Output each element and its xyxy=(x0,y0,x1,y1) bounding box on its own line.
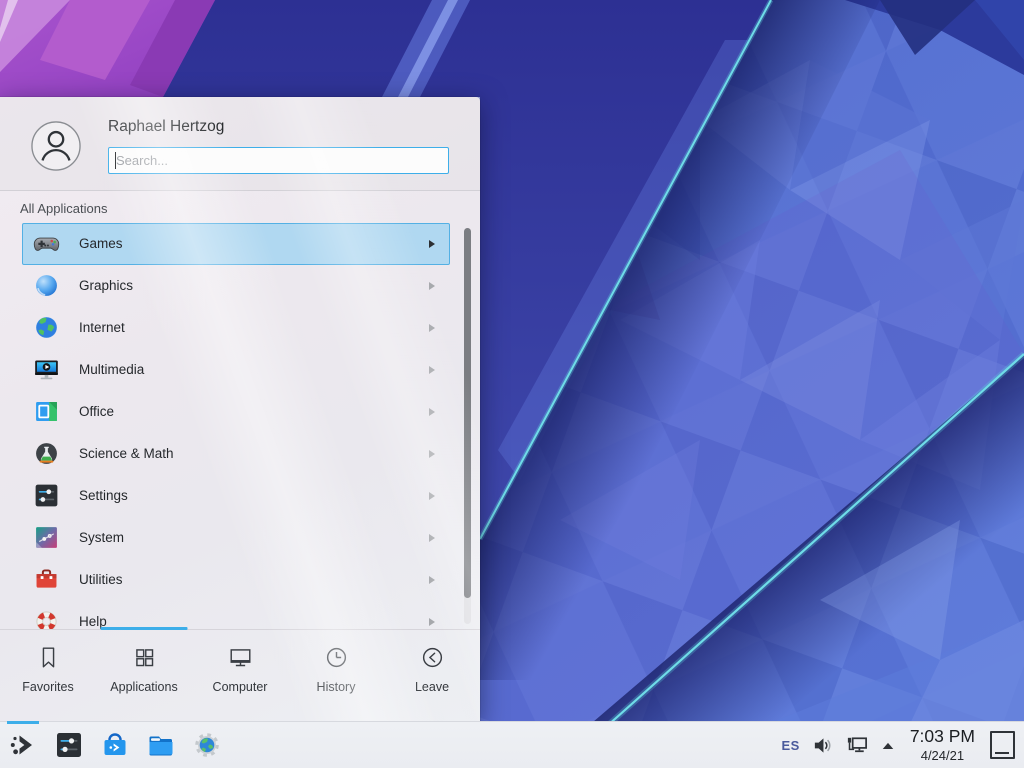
category-label: Office xyxy=(79,404,114,419)
section-label: All Applications xyxy=(0,191,480,223)
clock-time: 7:03 PM xyxy=(910,728,975,746)
launcher-tab[interactable]: Favorites xyxy=(0,630,96,721)
taskbar-app-icon xyxy=(53,729,85,761)
scrollbar-handle[interactable] xyxy=(464,228,471,598)
search-input[interactable] xyxy=(108,147,449,174)
keyboard-layout-indicator[interactable]: ES xyxy=(781,738,799,753)
category-icon xyxy=(32,565,61,594)
category-label: Science & Math xyxy=(79,446,174,461)
category-row[interactable]: Multimedia xyxy=(22,349,450,391)
taskbar-app-button[interactable] xyxy=(7,729,39,761)
submenu-arrow-icon xyxy=(429,282,435,290)
application-launcher-popup: Raphael Hertzog All Applications Games G… xyxy=(0,97,480,721)
category-icon xyxy=(32,607,61,629)
text-cursor xyxy=(115,152,116,169)
tab-icon xyxy=(35,644,62,671)
clock-date: 4/24/21 xyxy=(910,749,975,762)
taskbar-app-icon xyxy=(99,729,131,761)
category-row[interactable]: Help xyxy=(22,601,450,630)
submenu-arrow-icon xyxy=(429,324,435,332)
submenu-arrow-icon xyxy=(429,240,435,248)
category-label: Multimedia xyxy=(79,362,144,377)
taskbar-app-button[interactable] xyxy=(99,729,131,761)
category-row[interactable]: Graphics xyxy=(22,265,450,307)
user-name: Raphael Hertzog xyxy=(108,118,224,136)
launcher-header: Raphael Hertzog xyxy=(0,97,480,191)
tab-icon xyxy=(227,644,254,671)
volume-icon[interactable] xyxy=(812,735,833,756)
launcher-tabbar: Favorites Applications Computer History … xyxy=(0,629,480,721)
clock-widget[interactable]: 7:03 PM 4/24/21 xyxy=(910,728,975,762)
category-row[interactable]: Utilities xyxy=(22,559,450,601)
launcher-tab[interactable]: Computer xyxy=(192,630,288,721)
network-icon[interactable] xyxy=(845,735,869,756)
task-manager xyxy=(7,729,223,761)
category-label: Utilities xyxy=(79,572,123,587)
submenu-arrow-icon xyxy=(429,618,435,626)
category-icon xyxy=(32,523,61,552)
tab-icon xyxy=(131,644,158,671)
tab-label: Computer xyxy=(213,680,268,694)
search-field-wrap xyxy=(108,147,449,174)
taskbar-app-icon xyxy=(191,729,223,761)
category-icon xyxy=(32,271,61,300)
tab-icon xyxy=(323,644,350,671)
taskbar-app-button[interactable] xyxy=(53,729,85,761)
submenu-arrow-icon xyxy=(429,450,435,458)
submenu-arrow-icon xyxy=(429,366,435,374)
category-label: Graphics xyxy=(79,278,133,293)
category-icon xyxy=(32,313,61,342)
tab-label: Leave xyxy=(415,680,449,694)
system-tray: ES 7:03 PM 4/24/21 xyxy=(781,728,1024,762)
category-label: Games xyxy=(79,236,123,251)
taskbar-app-icon xyxy=(145,729,177,761)
tab-label: Favorites xyxy=(22,680,73,694)
taskbar-app-button[interactable] xyxy=(145,729,177,761)
tab-label: Applications xyxy=(110,680,177,694)
category-icon xyxy=(32,397,61,426)
show-desktop-button[interactable] xyxy=(990,731,1015,759)
category-row[interactable]: Internet xyxy=(22,307,450,349)
submenu-arrow-icon xyxy=(429,492,435,500)
taskbar-app-button[interactable] xyxy=(191,729,223,761)
launcher-tab[interactable]: Leave xyxy=(384,630,480,721)
taskbar-panel: ES 7:03 PM 4/24/21 xyxy=(0,721,1024,768)
category-label: System xyxy=(79,530,124,545)
expand-tray-caret-icon[interactable] xyxy=(881,741,895,750)
category-icon xyxy=(32,355,61,384)
submenu-arrow-icon xyxy=(429,408,435,416)
submenu-arrow-icon xyxy=(429,576,435,584)
category-icon xyxy=(32,481,61,510)
category-row[interactable]: System xyxy=(22,517,450,559)
tab-label: History xyxy=(317,680,356,694)
category-icon xyxy=(32,229,61,258)
category-icon xyxy=(32,439,61,468)
user-avatar-icon[interactable] xyxy=(31,121,81,171)
category-row[interactable]: Office xyxy=(22,391,450,433)
launcher-tab[interactable]: Applications xyxy=(96,630,192,721)
category-label: Settings xyxy=(79,488,128,503)
taskbar-app-icon xyxy=(7,729,39,761)
category-row[interactable]: Games xyxy=(22,223,450,265)
category-list: Games Graphics Internet Multimedia xyxy=(0,223,480,630)
category-row[interactable]: Science & Math xyxy=(22,433,450,475)
tab-icon xyxy=(419,644,446,671)
submenu-arrow-icon xyxy=(429,534,435,542)
category-row[interactable]: Settings xyxy=(22,475,450,517)
category-label: Internet xyxy=(79,320,125,335)
launcher-tab[interactable]: History xyxy=(288,630,384,721)
